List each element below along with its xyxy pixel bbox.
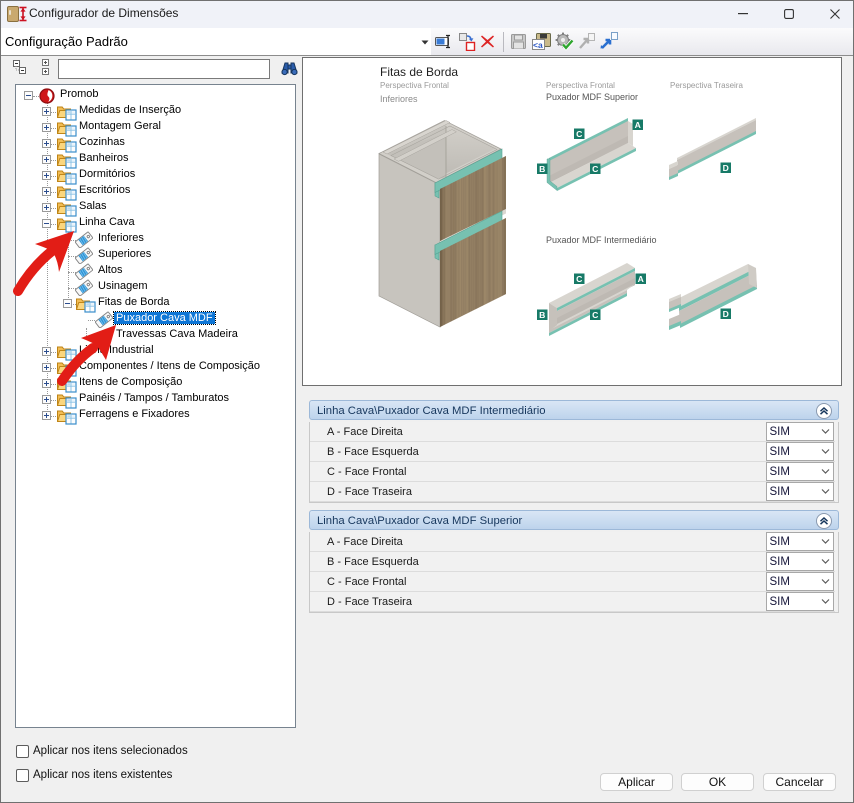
svg-text:D: D xyxy=(723,309,729,319)
svg-text:C: C xyxy=(592,164,598,174)
svg-text:C: C xyxy=(592,310,598,320)
svg-text:B: B xyxy=(539,310,545,320)
svg-text:C: C xyxy=(576,129,582,139)
svg-text:A: A xyxy=(638,274,644,284)
svg-text:B: B xyxy=(539,164,545,174)
svg-text:C: C xyxy=(576,274,582,284)
svg-text:A: A xyxy=(635,120,641,130)
svg-text:D: D xyxy=(723,163,729,173)
